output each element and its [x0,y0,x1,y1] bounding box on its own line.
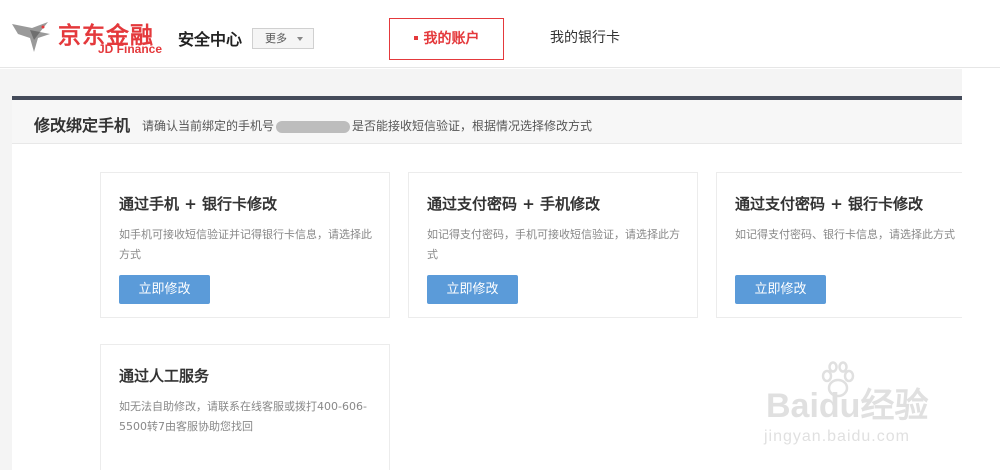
card-title: 通过支付密码 + 手机修改 [427,195,601,213]
panel-desc-after: 是否能接收短信验证，根据情况选择修改方式 [352,119,593,133]
top-header: 京东金融 JD Finance 安全中心 更多 我的账户 我的银行卡 [0,0,1000,68]
option-card-manual-service: 通过人工服务 如无法自助修改，请联系在线客服或拨打400-606-5500转7由… [100,344,390,470]
card-title: 通过支付密码 + 银行卡修改 [735,195,924,213]
more-dropdown-label: 更多 [265,32,287,45]
watermark-text: Baidu经验 [766,387,929,425]
more-dropdown[interactable]: 更多 [252,28,314,49]
card-description: 如手机可接收短信验证并记得银行卡信息，请选择此方式 [119,228,372,261]
modify-now-button-phone-bankcard[interactable]: 立即修改 [119,275,210,304]
active-dot-icon [413,36,418,40]
card-title: 通过人工服务 [119,367,210,385]
baidu-jingyan-watermark: Baidu经验 jingyan.baidu.com [760,360,990,460]
tab-my-bank-cards-label: 我的银行卡 [550,30,620,46]
caret-down-icon [297,37,303,41]
option-card-paypassword-phone: 通过支付密码 + 手机修改 如记得支付密码，手机可接收短信验证，请选择此方式 立… [408,172,698,318]
tab-my-account[interactable]: 我的账户 [389,18,504,60]
modify-now-button-paypassword-phone[interactable]: 立即修改 [427,275,518,304]
jd-finance-logo[interactable]: 京东金融 JD Finance [10,16,163,58]
logo-english-text: JD Finance [98,42,163,56]
card-description: 如无法自助修改，请联系在线客服或拨打400-606-5500转7由客服协助您找回 [119,400,367,433]
card-description: 如记得支付密码，手机可接收短信验证，请选择此方式 [427,228,680,261]
panel-desc-before: 请确认当前绑定的手机号 [142,119,275,133]
jd-bird-logo-icon [12,22,50,52]
tab-my-account-label: 我的账户 [423,31,480,47]
panel-header: 修改绑定手机 请确认当前绑定的手机号 是否能接收短信验证，根据情况选择修改方式 [12,100,962,144]
masked-phone-number [276,120,351,133]
panel-title: 修改绑定手机 [34,116,131,135]
card-description: 如记得支付密码、银行卡信息，请选择此方式 [735,228,955,241]
watermark-url: jingyan.baidu.com [764,428,910,445]
modify-now-button-paypassword-bankcard[interactable]: 立即修改 [735,275,826,304]
card-title: 通过手机 + 银行卡修改 [119,195,278,213]
option-card-phone-bankcard: 通过手机 + 银行卡修改 如手机可接收短信验证并记得银行卡信息，请选择此方式 立… [100,172,390,318]
panel-description: 请确认当前绑定的手机号 是否能接收短信验证，根据情况选择修改方式 [142,117,592,134]
tab-my-bank-cards[interactable]: 我的银行卡 [540,18,630,60]
option-card-paypassword-bankcard: 通过支付密码 + 银行卡修改 如记得支付密码、银行卡信息，请选择此方式 立即修改 [716,172,962,318]
site-title: 安全中心 [178,30,243,49]
